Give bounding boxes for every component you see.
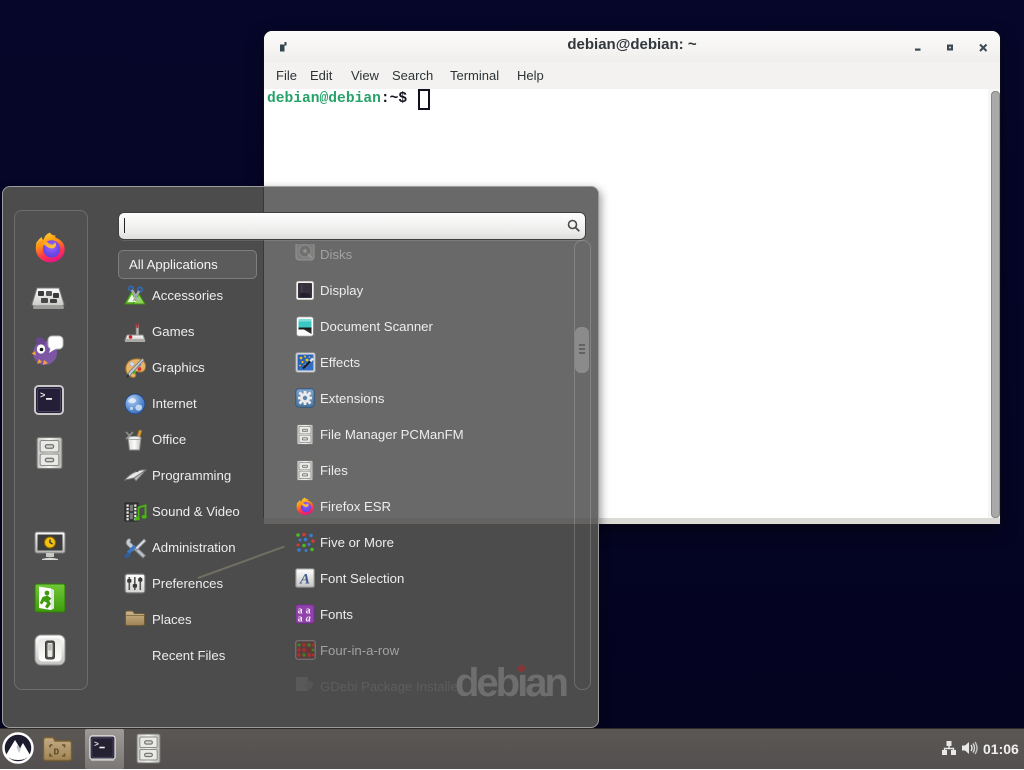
svg-text:>: > — [94, 741, 99, 750]
svg-text:D: D — [54, 747, 60, 758]
svg-text:>: > — [40, 391, 45, 401]
svg-text:a: a — [298, 613, 303, 624]
svg-text:a: a — [306, 613, 311, 624]
svg-text:A: A — [299, 572, 310, 588]
